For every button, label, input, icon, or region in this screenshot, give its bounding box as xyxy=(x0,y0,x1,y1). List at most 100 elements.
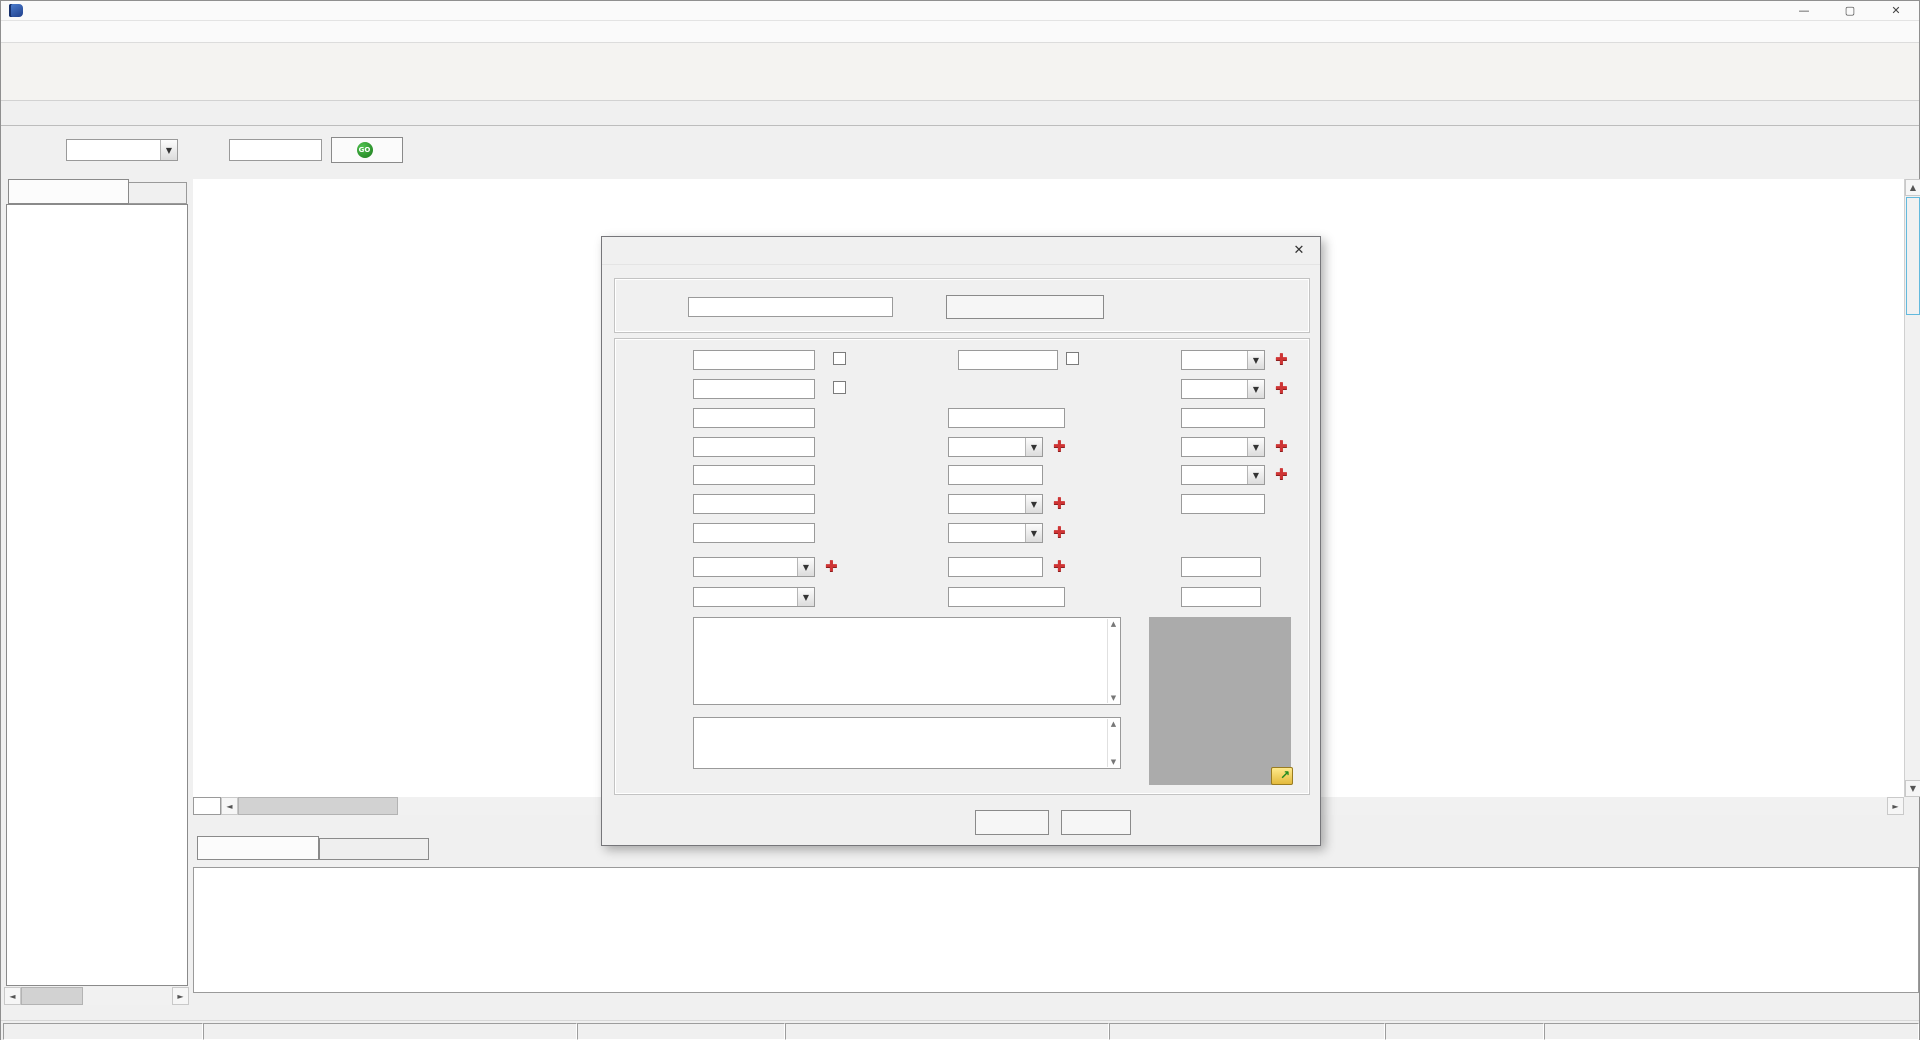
add-location-icon[interactable]: ✚ xyxy=(825,559,838,574)
new-book-dialog: ✕ ▼ ✚ ▼ ✚ xyxy=(601,236,1321,846)
add-category-icon[interactable]: ✚ xyxy=(1053,559,1066,574)
language-select[interactable]: ▼ xyxy=(1181,465,1265,485)
volume-select[interactable]: ▼ xyxy=(1181,350,1265,370)
app-icon xyxy=(9,4,23,17)
chevron-down-icon[interactable]: ▼ xyxy=(797,558,814,576)
table-vertical-scrollbar[interactable]: ▲ ▼ xyxy=(1904,179,1920,797)
record-count-box xyxy=(193,797,221,815)
keyword-input[interactable] xyxy=(229,139,322,161)
auto-checkbox[interactable] xyxy=(833,352,846,365)
pub-time-input[interactable] xyxy=(693,408,815,428)
scroll-right-icon[interactable]: ► xyxy=(172,987,189,1005)
go-icon: GO xyxy=(357,142,373,158)
category-panel-empty-tab xyxy=(129,182,187,204)
category-panel-tab[interactable] xyxy=(8,179,129,204)
server-search-button[interactable] xyxy=(946,295,1104,319)
category-input[interactable] xyxy=(948,557,1043,577)
book-info-group: ▼ ✚ ▼ ✚ ▼ ✚ ▼ ✚ ▼ ✚ xyxy=(614,338,1310,795)
total-copies-input[interactable] xyxy=(1181,557,1261,577)
call-no-input[interactable] xyxy=(948,587,1065,607)
chevron-down-icon[interactable]: ▼ xyxy=(1025,524,1042,542)
add-publisher-icon[interactable]: ✚ xyxy=(1275,381,1288,396)
menu-bar xyxy=(1,21,1919,43)
chevron-down-icon[interactable]: ▼ xyxy=(1247,438,1264,456)
add-attachment-icon[interactable]: ✚ xyxy=(1275,439,1288,454)
remain-copies-input[interactable] xyxy=(1181,587,1261,607)
scroll-up-icon[interactable]: ▲ xyxy=(1905,179,1920,196)
chevron-down-icon[interactable]: ▼ xyxy=(1025,495,1042,513)
open-image-icon[interactable] xyxy=(1271,767,1293,785)
maximize-button[interactable]: ▢ xyxy=(1827,1,1873,21)
chevron-down-icon[interactable]: ▼ xyxy=(1247,380,1264,398)
content-divider xyxy=(1,125,1919,126)
add-volume-icon[interactable]: ✚ xyxy=(1275,352,1288,367)
author-input[interactable] xyxy=(693,437,815,457)
title-bar: — ▢ ✕ xyxy=(1,1,1919,21)
location-select[interactable]: ▼ xyxy=(693,557,815,577)
attachment-select[interactable]: ▼ xyxy=(1181,437,1265,457)
reg-date-select[interactable]: ▼ xyxy=(693,587,815,607)
textarea-scrollbar[interactable]: ▲▼ xyxy=(1107,719,1119,767)
chevron-down-icon[interactable]: ▼ xyxy=(797,588,814,606)
edition-input[interactable] xyxy=(1181,408,1265,428)
currency-select[interactable]: ▼ xyxy=(948,523,1043,543)
isbn-input[interactable] xyxy=(693,379,815,399)
pinyin-input[interactable] xyxy=(693,523,815,543)
print-format-select[interactable]: ▼ xyxy=(948,437,1043,457)
publisher-select[interactable]: ▼ xyxy=(1181,379,1265,399)
table-scroll-thumb[interactable] xyxy=(1906,197,1920,315)
search-field-select[interactable]: ▼ xyxy=(66,139,178,161)
book-name-input[interactable] xyxy=(958,350,1058,370)
chevron-down-icon[interactable]: ▼ xyxy=(1247,351,1264,369)
status-current-user xyxy=(3,1023,203,1040)
status-card-reader xyxy=(785,1023,1109,1040)
tab-borrow-history[interactable] xyxy=(319,838,429,860)
status-date xyxy=(1385,1023,1544,1040)
status-db-path xyxy=(203,1023,577,1040)
scan-barcode-input[interactable] xyxy=(688,297,893,317)
status-record-count xyxy=(577,1023,785,1040)
scroll-right-icon[interactable]: ► xyxy=(1887,797,1904,815)
tab-borrower-info[interactable] xyxy=(197,836,319,860)
add-language-icon[interactable]: ✚ xyxy=(1275,467,1288,482)
save-button[interactable] xyxy=(975,810,1049,835)
add-print-format-icon[interactable]: ✚ xyxy=(1053,439,1066,454)
intro-textarea[interactable]: ▲▼ xyxy=(693,617,1121,705)
tree-horizontal-scrollbar[interactable]: ◄ ► xyxy=(4,987,189,1005)
book-price-input[interactable] xyxy=(1181,494,1265,514)
word-count-input[interactable] xyxy=(948,465,1043,485)
scan-group xyxy=(614,278,1310,333)
minimize-button[interactable]: — xyxy=(1781,1,1827,21)
table-hscroll-thumb[interactable] xyxy=(238,797,398,815)
barcode-input[interactable] xyxy=(948,408,1065,428)
status-bar xyxy=(1,1020,1919,1040)
note-textarea[interactable]: ▲▼ xyxy=(693,717,1121,769)
pages-input[interactable] xyxy=(693,494,815,514)
dialog-title-bar: ✕ xyxy=(602,237,1320,265)
dialog-close-icon[interactable]: ✕ xyxy=(1291,243,1307,259)
search-field-value xyxy=(67,149,160,151)
chevron-down-icon[interactable]: ▼ xyxy=(160,140,177,160)
same-isbn-checkbox[interactable] xyxy=(833,381,846,394)
query-button[interactable]: GO xyxy=(331,137,403,163)
dedupe-checkbox[interactable] xyxy=(1066,352,1079,365)
quit-button[interactable] xyxy=(1061,810,1131,835)
book-no-input[interactable] xyxy=(693,350,815,370)
category-tree xyxy=(6,204,188,986)
book-image-box[interactable] xyxy=(1149,617,1291,785)
add-currency-icon[interactable]: ✚ xyxy=(1053,525,1066,540)
close-button[interactable]: ✕ xyxy=(1873,1,1919,21)
status-spacer xyxy=(1109,1023,1385,1040)
status-spacer-2 xyxy=(1544,1023,1919,1040)
scroll-left-icon[interactable]: ◄ xyxy=(221,797,238,815)
chevron-down-icon[interactable]: ▼ xyxy=(1025,438,1042,456)
scroll-left-icon[interactable]: ◄ xyxy=(4,987,21,1005)
borrower-table xyxy=(193,867,1919,993)
add-secret-level-icon[interactable]: ✚ xyxy=(1053,496,1066,511)
scroll-down-icon[interactable]: ▼ xyxy=(1905,780,1920,797)
translator-input[interactable] xyxy=(693,465,815,485)
textarea-scrollbar[interactable]: ▲▼ xyxy=(1107,619,1119,703)
chevron-down-icon[interactable]: ▼ xyxy=(1247,466,1264,484)
tree-scroll-thumb[interactable] xyxy=(21,987,83,1005)
secret-level-select[interactable]: ▼ xyxy=(948,494,1043,514)
